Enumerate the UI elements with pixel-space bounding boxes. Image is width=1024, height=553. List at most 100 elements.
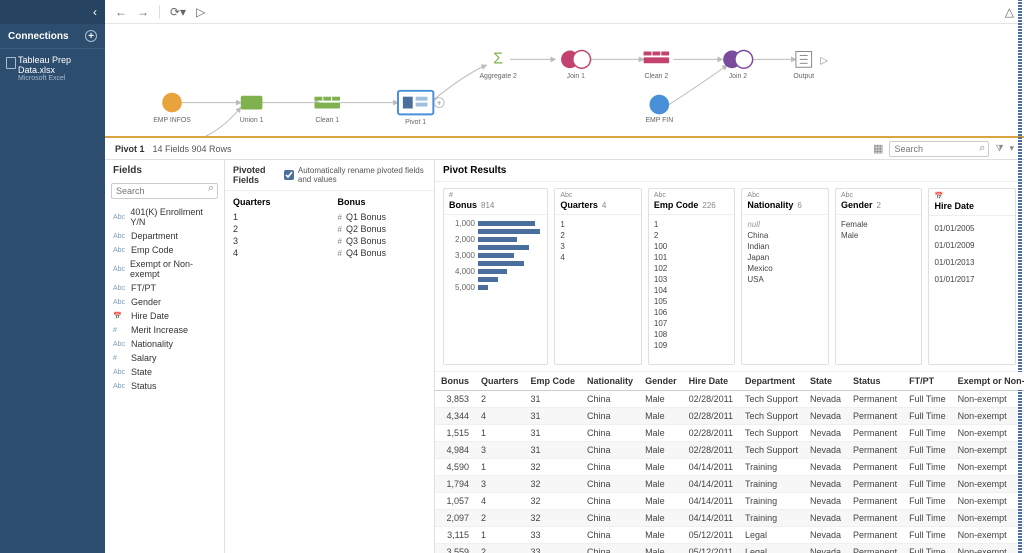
field-item[interactable]: AbcExempt or Non-exempt [105,257,224,281]
column-header[interactable]: State [804,372,847,391]
add-connection-icon[interactable]: + [85,30,97,42]
table-cell: Male [639,476,683,493]
field-type-icon: Abc [113,341,127,348]
connection-type: Microsoft Excel [18,75,97,82]
field-type-label: Abc [836,189,922,199]
column-header[interactable]: Exempt or Non-exempt [952,372,1024,391]
column-header[interactable]: Bonus [435,372,475,391]
field-item[interactable]: #Salary [105,351,224,365]
filter-icon[interactable]: ⧩ [995,143,1003,154]
step-search-input[interactable] [889,141,989,157]
table-cell: Full Time [903,527,952,544]
profile-count: 4 [602,201,606,210]
column-header[interactable]: Hire Date [683,372,739,391]
table-cell: Male [639,510,683,527]
field-type-label: 📅 [929,189,1015,200]
table-row[interactable]: 4,590132ChinaMale04/14/2011TrainingNevad… [435,459,1024,476]
field-item[interactable]: AbcStatus [105,379,224,393]
column-header[interactable]: Nationality [581,372,639,391]
field-item[interactable]: AbcEmp Code [105,243,224,257]
column-header[interactable]: Gender [639,372,683,391]
pivot-field[interactable]: #Q4 Bonus [338,247,427,259]
table-cell: 05/12/2011 [683,544,739,553]
table-cell: 1 [475,459,525,476]
field-item[interactable]: AbcState [105,365,224,379]
table-cell: Nevada [804,442,847,459]
field-item[interactable]: Abc401(K) Enrollment Y/N [105,205,224,229]
auto-rename-checkbox[interactable] [284,170,294,180]
table-cell: Nevada [804,493,847,510]
pivot-results-panel: Pivot Results # Bonus814 1,0002,0003,000… [435,160,1024,553]
pivot-field[interactable]: #Q3 Bonus [338,235,427,247]
forward-button[interactable]: → [137,5,149,19]
table-cell: Male [639,459,683,476]
profile-card[interactable]: Abc Gender2 FemaleMale [835,188,923,365]
profile-card[interactable]: Abc Nationality6 nullChinaIndianJapanMex… [741,188,829,365]
pivot-value[interactable]: 1 [233,211,322,223]
table-row[interactable]: 1,794332ChinaMale04/14/2011TrainingNevad… [435,476,1024,493]
table-cell: China [581,442,639,459]
fields-search-input[interactable] [111,183,218,199]
field-item[interactable]: AbcDepartment [105,229,224,243]
table-row[interactable]: 3,853231ChinaMale02/28/2011Tech SupportN… [435,391,1024,408]
pivot-field[interactable]: #Q2 Bonus [338,223,427,235]
table-cell: 31 [525,425,582,442]
svg-text:EMP FIN: EMP FIN [645,117,673,124]
table-row[interactable]: 2,097232ChinaMale04/14/2011TrainingNevad… [435,510,1024,527]
fields-title: Fields [105,160,224,181]
profile-card[interactable]: Abc Quarters4 1234 [554,188,642,365]
connection-item[interactable]: Tableau Prep Data.xlsx Microsoft Excel [0,49,105,88]
field-item[interactable]: AbcFT/PT [105,281,224,295]
field-item[interactable]: AbcNationality [105,337,224,351]
table-cell: Nevada [804,527,847,544]
column-header[interactable]: Quarters [475,372,525,391]
column-header[interactable]: Status [847,372,903,391]
refresh-button[interactable]: ⟳▾ [170,5,186,19]
connections-sidebar: ‹ Connections + Tableau Prep Data.xlsx M… [0,0,105,553]
column-header[interactable]: Emp Code [525,372,582,391]
back-button[interactable]: ← [115,5,127,19]
table-cell: Male [639,425,683,442]
table-cell: Non-exempt [952,510,1024,527]
field-item[interactable]: AbcGender [105,295,224,309]
table-cell: Nevada [804,544,847,553]
table-row[interactable]: 3,559233ChinaMale05/12/2011LegalNevadaPe… [435,544,1024,553]
table-row[interactable]: 4,984331ChinaMale02/28/2011Tech SupportN… [435,442,1024,459]
field-label: Hire Date [131,311,169,321]
step-header: Pivot 1 14 Fields 904 Rows ▦ ⧩ ▾ [105,138,1024,160]
view-toggle-icon[interactable]: ▦ [873,142,883,155]
column-header[interactable]: FT/PT [903,372,952,391]
table-cell: 32 [525,493,582,510]
field-item[interactable]: 📅Hire Date [105,309,224,323]
table-cell: China [581,527,639,544]
table-row[interactable]: 1,515131ChinaMale02/28/2011Tech SupportN… [435,425,1024,442]
table-cell: 4 [475,493,525,510]
field-item[interactable]: #Merit Increase [105,323,224,337]
more-menu-icon[interactable]: ▾ [1009,143,1014,154]
pivot-value[interactable]: 4 [233,247,322,259]
table-cell: 33 [525,544,582,553]
notifications-icon[interactable]: △ [1005,5,1014,19]
table-cell: 31 [525,408,582,425]
field-label: Gender [131,297,161,307]
flow-canvas[interactable]: EMP INFOS Union 1 Clean 1 +Pivot 1 ΣAggr… [105,24,1024,138]
sidebar-collapse-button[interactable]: ‹ [0,0,105,24]
pivot-value[interactable]: 2 [233,223,322,235]
table-row[interactable]: 4,344431ChinaMale02/28/2011Tech SupportN… [435,408,1024,425]
pivot-value[interactable]: 3 [233,235,322,247]
column-header[interactable]: Department [739,372,804,391]
connection-name: Tableau Prep Data.xlsx [18,55,97,75]
data-grid[interactable]: BonusQuartersEmp CodeNationalityGenderHi… [435,372,1024,553]
profile-count: 6 [797,201,801,210]
table-cell: 05/12/2011 [683,527,739,544]
table-row[interactable]: 3,115133ChinaMale05/12/2011LegalNevadaPe… [435,527,1024,544]
table-row[interactable]: 1,057432ChinaMale04/14/2011TrainingNevad… [435,493,1024,510]
pivot-field[interactable]: #Q1 Bonus [338,211,427,223]
table-cell: Non-exempt [952,476,1024,493]
table-cell: Permanent [847,408,903,425]
profile-card[interactable]: # Bonus814 1,0002,0003,0004,0005,000 [443,188,548,365]
profile-card[interactable]: 📅 Hire Date 01/01/200501/01/200901/01/20… [928,188,1016,365]
run-flow-button[interactable]: ▷ [196,5,205,19]
profile-card[interactable]: Abc Emp Code226 121001011021031041051061… [648,188,736,365]
table-cell: 04/14/2011 [683,476,739,493]
